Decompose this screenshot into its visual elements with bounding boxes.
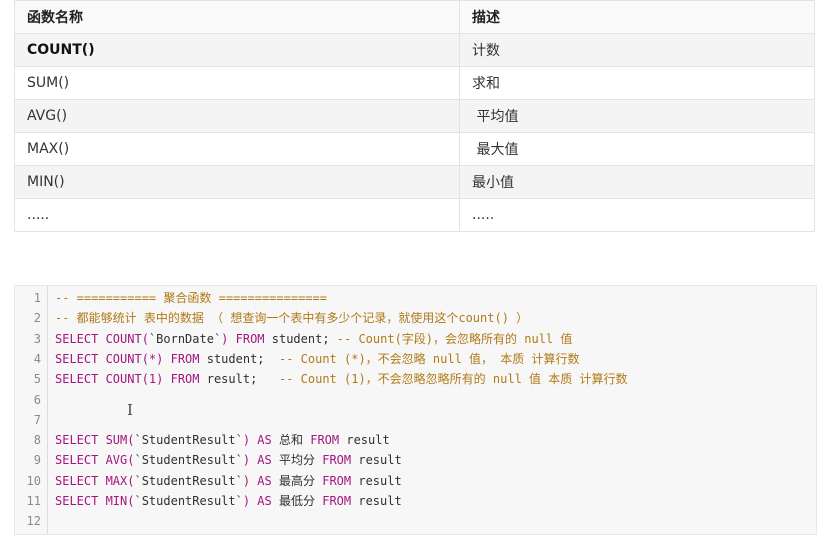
code-token: SELECT MAX( (55, 473, 135, 488)
column-header-description: 描述 (459, 0, 815, 34)
code-text: SELECT MIN(`StudentResult`) AS 最低分 FROM … (55, 491, 402, 511)
code-token: `StudentResult` (134, 433, 243, 448)
function-name-cell: MAX() (14, 132, 460, 166)
code-token: -- 都能够统计 表中的数据 （ 想查询一个表中有多少个记录，就使用这个coun… (55, 311, 529, 326)
function-name-cell: ..... (14, 198, 460, 232)
table-row: MIN() 最小值 (14, 165, 815, 199)
code-token: ) FROM (221, 331, 272, 346)
code-line: 3 SELECT COUNT(`BornDate`) FROM student; … (15, 329, 816, 349)
code-text: SELECT COUNT(`BornDate`) FROM student; -… (55, 329, 572, 349)
code-token: result (358, 473, 402, 488)
description-cell: 最大值 (459, 132, 815, 166)
code-token: ) AS (242, 433, 279, 448)
code-token: SELECT AVG( (55, 453, 135, 468)
column-header-function-name: 函数名称 (14, 0, 460, 34)
code-token: -- Count(字段)，会忽略所有的 null 值 (336, 331, 573, 346)
code-token: FROM (322, 453, 359, 468)
code-token: SELECT MIN( (55, 494, 135, 508)
sql-code-block[interactable]: 1 -- =========== 聚合函数 =============== 2 -- … (14, 285, 817, 535)
line-number: 9 (33, 453, 41, 468)
code-token: -- Count (1)，不会忽略忽略所有的 null 值 本质 计算行数 (278, 372, 628, 387)
code-text: SELECT MAX(`StudentResult`) AS 最高分 FROM … (55, 471, 402, 491)
code-text: SELECT AVG(`StudentResult`) AS 平均分 FROM … (55, 450, 402, 470)
code-token: student; (271, 331, 337, 346)
code-token: result; (206, 372, 279, 387)
table-row: SUM() 求和 (14, 66, 815, 100)
description-cell: 计数 (459, 33, 815, 67)
code-text: -- 都能够统计 表中的数据 （ 想查询一个表中有多少个记录，就使用这个coun… (55, 308, 528, 328)
code-token: 最低分 (278, 494, 323, 508)
code-token: FROM (322, 494, 359, 508)
function-name-cell: MIN() (14, 165, 460, 199)
code-line: 4 SELECT COUNT(*) FROM student; -- Count … (15, 349, 816, 369)
code-token: `StudentResult` (134, 473, 243, 488)
code-token: 平均分 (278, 453, 323, 468)
code-token: ) AS (242, 494, 279, 508)
line-number: 12 (26, 514, 41, 529)
code-line: 12 (15, 511, 816, 531)
code-token: ) AS (242, 453, 279, 468)
line-number: 3 (33, 331, 41, 346)
code-token: result (358, 494, 402, 508)
code-token: ) AS (242, 473, 279, 488)
code-text: SELECT COUNT(*) FROM student; -- Count (… (55, 349, 579, 369)
code-token: `BornDate` (148, 331, 222, 346)
code-line: 9 SELECT AVG(`StudentResult`) AS 平均分 FROM… (15, 450, 816, 470)
line-number: 6 (33, 392, 41, 407)
code-token: FROM (310, 433, 347, 448)
code-line: 1 -- =========== 聚合函数 =============== (15, 288, 816, 308)
code-token: student; (206, 351, 279, 366)
code-token: SELECT COUNT( (55, 331, 149, 346)
line-number: 1 (33, 291, 41, 305)
code-token: -- Count (*)，不会忽略 null 值， 本质 计算行数 (278, 351, 580, 366)
code-token: SELECT SUM( (55, 433, 135, 448)
function-name-cell: AVG() (14, 99, 460, 133)
table-row: COUNT() 计数 (14, 33, 815, 67)
code-token: `StudentResult` (134, 453, 243, 468)
code-line: 6 (15, 390, 816, 410)
code-line: 5 SELECT COUNT(1) FROM result; -- Count (… (15, 369, 816, 389)
description-cell: 平均值 (459, 99, 815, 133)
code-token: -- =========== 聚合函数 =============== (55, 291, 327, 305)
line-number: 10 (26, 473, 41, 488)
description-cell: 最小值 (459, 165, 815, 199)
code-token: SELECT COUNT(*) FROM (55, 351, 207, 366)
table-header-row: 函数名称 描述 (14, 0, 815, 34)
code-token: 总和 (278, 433, 311, 448)
function-name-cell: COUNT() (14, 33, 460, 67)
code-line: 8 SELECT SUM(`StudentResult`) AS 总和 FROM … (15, 430, 816, 450)
code-token: SELECT COUNT(1) FROM (55, 372, 207, 387)
aggregate-function-table: 函数名称 描述 COUNT() 计数 SUM() 求和 AVG() 平均值 MA… (14, 0, 815, 232)
code-token: `StudentResult` (134, 494, 243, 508)
code-line: 10 SELECT MAX(`StudentResult`) AS 最高分 FRO… (15, 471, 816, 491)
table-row: MAX() 最大值 (14, 132, 815, 166)
line-number: 11 (26, 494, 41, 508)
description-cell: ..... (459, 198, 815, 232)
text-cursor-icon: I (127, 401, 133, 419)
code-token: 最高分 (278, 473, 323, 488)
table-row: AVG() 平均值 (14, 99, 815, 133)
line-number: 4 (33, 351, 41, 366)
table-row: ..... ..... (14, 198, 815, 232)
line-number: 5 (33, 372, 41, 387)
code-text: SELECT COUNT(1) FROM result; -- Count (1… (55, 369, 627, 389)
code-token: result (358, 453, 402, 468)
description-cell: 求和 (459, 66, 815, 100)
line-number: 2 (33, 311, 41, 326)
code-token: result (346, 433, 390, 448)
function-name-cell: SUM() (14, 66, 460, 100)
code-line: 11 SELECT MIN(`StudentResult`) AS 最低分 FRO… (15, 491, 816, 511)
code-line: 7 (15, 410, 816, 430)
line-number: 8 (33, 433, 41, 448)
line-number: 7 (33, 412, 41, 427)
code-text: -- =========== 聚合函数 =============== (55, 288, 327, 308)
code-line: 2 -- 都能够统计 表中的数据 （ 想查询一个表中有多少个记录，就使用这个cou… (15, 308, 816, 328)
code-text: SELECT SUM(`StudentResult`) AS 总和 FROM r… (55, 430, 390, 450)
code-token: FROM (322, 473, 359, 488)
